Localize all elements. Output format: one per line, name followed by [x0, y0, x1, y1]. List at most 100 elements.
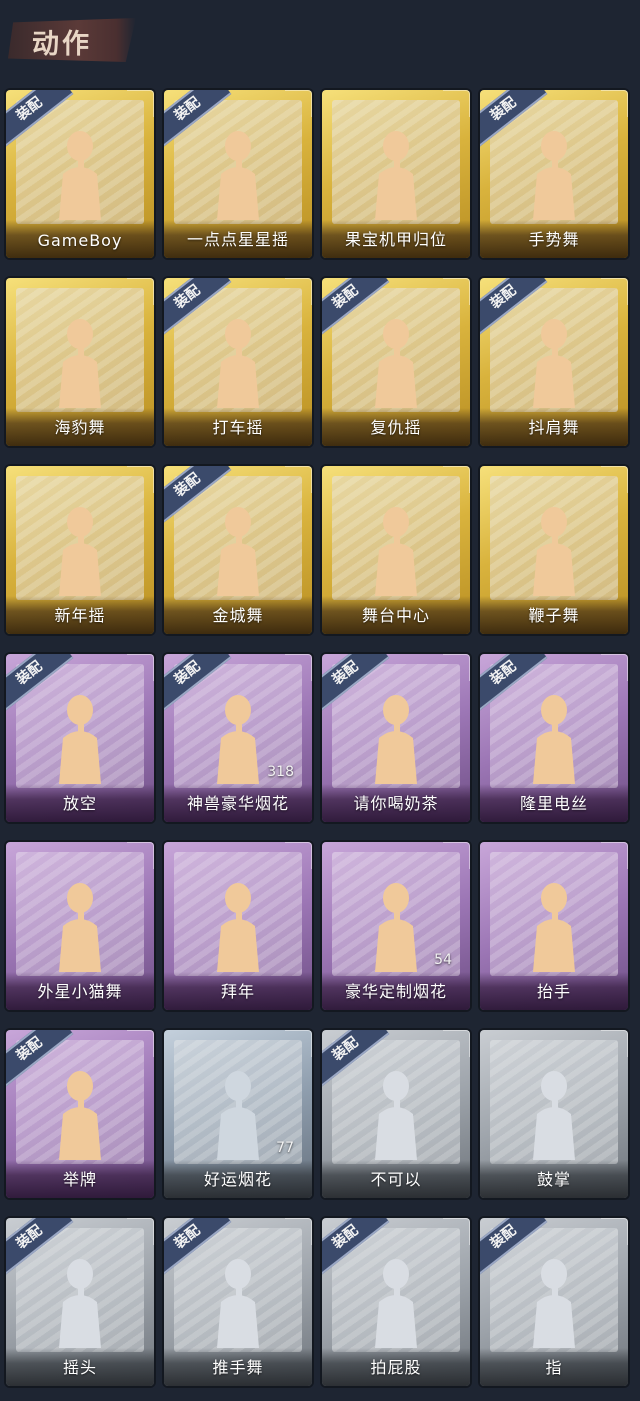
corner-ornament: [127, 1218, 154, 1245]
figure-star-icon: [203, 128, 273, 220]
corner-ornament: [443, 842, 470, 869]
corner-ornament: [127, 466, 154, 493]
corner-ornament: [285, 1218, 312, 1245]
action-label: 推手舞: [212, 1358, 264, 1377]
corner-ornament: [601, 278, 628, 305]
action-card[interactable]: 外星小猫舞: [6, 842, 154, 1010]
action-label: 打车摇: [212, 418, 264, 437]
corner-ornament: [443, 278, 470, 305]
action-label: 好运烟花: [203, 1170, 272, 1189]
figure-point-icon: [519, 692, 589, 784]
action-card[interactable]: 海豹舞: [6, 278, 154, 446]
corner-ornament: [127, 278, 154, 305]
action-card[interactable]: 摇头 装配: [6, 1218, 154, 1386]
action-card[interactable]: 拜年: [164, 842, 312, 1010]
action-label: 隆里电丝: [519, 794, 588, 813]
corner-ornament: [127, 654, 154, 681]
action-card[interactable]: 隆里电丝 装配: [480, 654, 628, 822]
action-card[interactable]: GameBoy 装配: [6, 90, 154, 258]
action-label: 不可以: [370, 1170, 422, 1189]
corner-ornament: [601, 466, 628, 493]
action-card[interactable]: 54 豪华定制烟花: [322, 842, 470, 1010]
header: 动作: [0, 0, 640, 90]
figure-heart-icon: [519, 504, 589, 596]
action-label: 豪华定制烟花: [344, 982, 447, 1001]
figure-shoulder-icon: [519, 316, 589, 408]
action-label: 指: [545, 1358, 563, 1377]
hand-point-icon: [519, 1256, 589, 1348]
corner-ornament: [285, 654, 312, 681]
action-card[interactable]: 一点点星星摇 装配: [164, 90, 312, 258]
action-label: 手势舞: [528, 230, 580, 249]
action-label: 一点点星星摇: [186, 230, 289, 249]
action-label: 抬手: [536, 982, 571, 1001]
action-card[interactable]: 放空 装配: [6, 654, 154, 822]
corner-ornament: [285, 466, 312, 493]
action-card[interactable]: 不可以 装配: [322, 1030, 470, 1198]
action-card[interactable]: 拍屁股 装配: [322, 1218, 470, 1386]
action-label: 复仇摇: [370, 418, 422, 437]
corner-ornament: [443, 1030, 470, 1057]
action-card[interactable]: 新年摇: [6, 466, 154, 634]
corner-ornament: [601, 654, 628, 681]
action-card[interactable]: 舞台中心: [322, 466, 470, 634]
action-label: 新年摇: [54, 606, 106, 625]
corner-ornament: [127, 842, 154, 869]
hand-clap-icon: [519, 1068, 589, 1160]
figure-wave-icon: [519, 880, 589, 972]
figure-game-icon: [45, 128, 115, 220]
action-card[interactable]: 抖肩舞 装配: [480, 278, 628, 446]
action-label: 放空: [62, 794, 97, 813]
action-label: 拜年: [220, 982, 255, 1001]
action-label: 海豹舞: [54, 418, 106, 437]
action-card[interactable]: 请你喝奶茶 装配: [322, 654, 470, 822]
figure-clap-icon: [45, 504, 115, 596]
figure-dance-icon: [45, 316, 115, 408]
corner-ornament: [285, 90, 312, 117]
figure-sign-icon: [361, 692, 431, 784]
corner-ornament: [285, 1030, 312, 1057]
fireworks-icon: [361, 880, 431, 972]
action-card[interactable]: 果宝机甲归位: [322, 90, 470, 258]
action-label: 神兽豪华烟花: [186, 794, 289, 813]
figure-hood-icon: [45, 692, 115, 784]
action-label: 请你喝奶茶: [353, 794, 439, 813]
action-card[interactable]: 推手舞 装配: [164, 1218, 312, 1386]
action-card[interactable]: 抬手: [480, 842, 628, 1010]
action-label: 抖肩舞: [528, 418, 580, 437]
action-card[interactable]: 77 好运烟花: [164, 1030, 312, 1198]
firecracker-icon: [203, 1068, 273, 1160]
action-label: 拍屁股: [370, 1358, 422, 1377]
figure-lightning-icon: [45, 880, 115, 972]
corner-ornament: [443, 466, 470, 493]
action-card[interactable]: 金城舞 装配: [164, 466, 312, 634]
corner-ornament: [601, 90, 628, 117]
action-card[interactable]: 复仇摇 装配: [322, 278, 470, 446]
corner-ornament: [127, 1030, 154, 1057]
action-label: 鞭子舞: [528, 606, 580, 625]
figure-point-icon: [361, 504, 431, 596]
action-card[interactable]: 打车摇 装配: [164, 278, 312, 446]
action-card[interactable]: 指装配: [480, 1218, 628, 1386]
figure-pose-icon: [361, 128, 431, 220]
action-card[interactable]: 举牌 装配: [6, 1030, 154, 1198]
page-title: 动作: [32, 29, 92, 60]
figure-gesture-icon: [519, 128, 589, 220]
figure-shake-icon: [45, 1256, 115, 1348]
action-label: GameBoy: [37, 231, 123, 250]
figure-dance-icon: [203, 504, 273, 596]
action-card[interactable]: 鼓掌: [480, 1030, 628, 1198]
figure-bow-icon: [203, 880, 273, 972]
action-card[interactable]: 318 神兽豪华烟花 装配: [164, 654, 312, 822]
corner-ornament: [443, 654, 470, 681]
action-card[interactable]: 手势舞 装配: [480, 90, 628, 258]
action-card[interactable]: 鞭子舞: [480, 466, 628, 634]
corner-ornament: [285, 278, 312, 305]
figure-placard-icon: [45, 1068, 115, 1160]
corner-ornament: [285, 842, 312, 869]
figure-slap-icon: [361, 1256, 431, 1348]
fireworks-icon: [203, 692, 273, 784]
corner-ornament: [443, 1218, 470, 1245]
corner-ornament: [127, 90, 154, 117]
action-label: 鼓掌: [536, 1170, 571, 1189]
